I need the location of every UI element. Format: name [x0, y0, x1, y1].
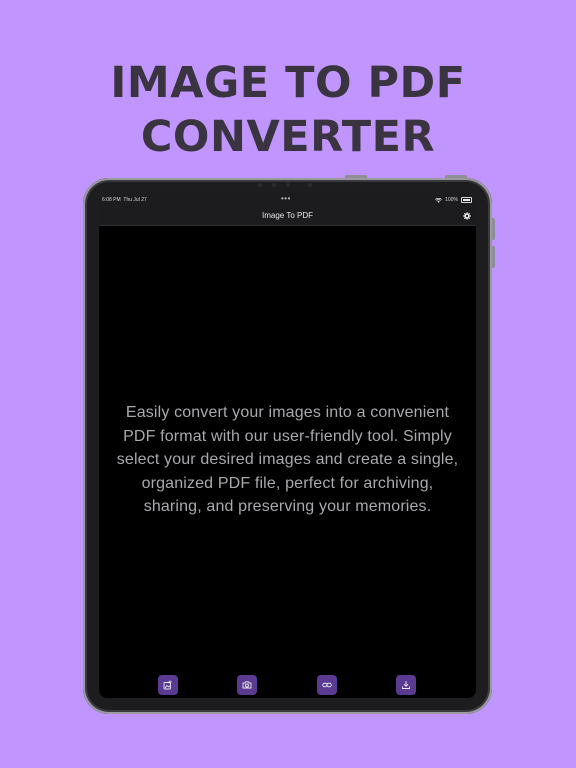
multitasking-dots[interactable]: •••: [281, 193, 291, 205]
promo-headline: IMAGE TO PDF CONVERTER: [0, 56, 576, 164]
volume-button: [492, 218, 495, 240]
gear-icon[interactable]: [463, 212, 471, 220]
link-button[interactable]: [317, 675, 337, 695]
nav-bar: Image To PDF: [99, 207, 476, 226]
description-line: sharing, and preserving your memories.: [143, 498, 432, 515]
nav-title: Image To PDF: [262, 211, 313, 220]
camera-icon: [242, 681, 252, 689]
top-button: [445, 175, 467, 178]
top-button: [345, 175, 367, 178]
camera-button[interactable]: [237, 675, 257, 695]
status-date: Thu Jul 27: [123, 197, 147, 203]
description-line: organized PDF file, perfect for archivin…: [141, 474, 434, 492]
description-line: PDF format with our user-friendly tool. …: [123, 427, 452, 445]
description-line: Easily convert your images into a conven…: [125, 404, 450, 421]
status-time: 6:08 PM: [102, 197, 121, 203]
photo-library-icon: [163, 680, 172, 690]
ipad-frame: 6:08 PM Thu Jul 27 ••• 100% Image To PDF: [83, 175, 495, 714]
battery-icon: [461, 197, 472, 203]
headline-line-1: IMAGE TO PDF: [110, 58, 466, 108]
wifi-icon: [435, 197, 443, 203]
download-icon: [402, 681, 410, 689]
volume-button: [492, 246, 495, 268]
status-time-date: 6:08 PM Thu Jul 27: [102, 193, 147, 207]
status-right: 100%: [435, 193, 472, 207]
description-text: Easily convert your images into a conven…: [99, 401, 476, 519]
download-button[interactable]: [396, 675, 416, 695]
main-content: Easily convert your images into a conven…: [99, 226, 476, 698]
headline-line-2: CONVERTER: [140, 112, 436, 162]
status-bar: 6:08 PM Thu Jul 27 ••• 100%: [99, 193, 476, 207]
battery-percent: 100%: [445, 197, 458, 203]
add-photos-button[interactable]: [158, 675, 178, 695]
app-screen: 6:08 PM Thu Jul 27 ••• 100% Image To PDF: [99, 193, 476, 698]
link-icon: [322, 682, 332, 688]
description-line: select your desired images and create a …: [116, 451, 459, 468]
camera-sensors: [258, 182, 318, 188]
